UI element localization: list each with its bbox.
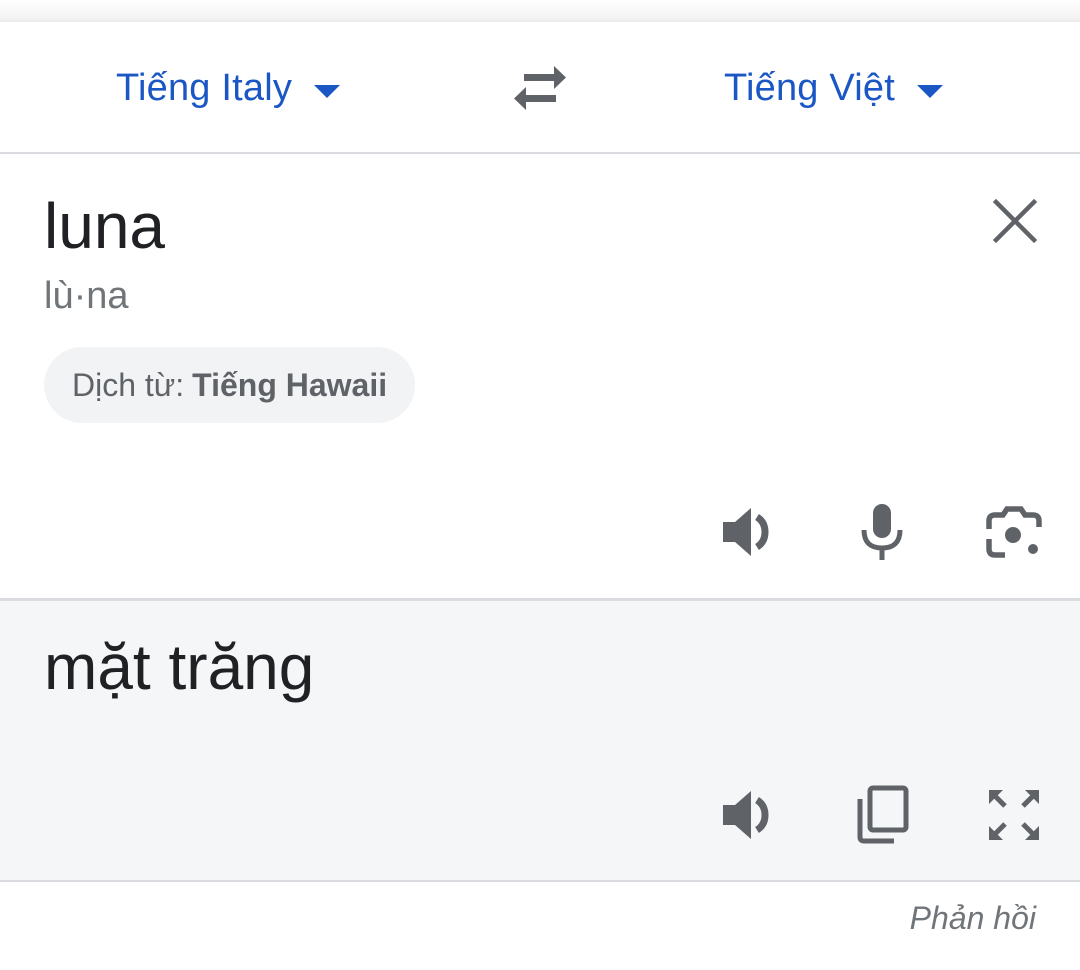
target-language-button[interactable]: Tiếng Việt <box>724 60 943 116</box>
caret-down-icon <box>314 84 341 98</box>
listen-source-button[interactable] <box>718 500 782 564</box>
close-icon <box>992 198 1038 244</box>
caret-down-icon <box>917 84 943 98</box>
source-text-input[interactable]: luna <box>44 190 165 262</box>
fullscreen-button[interactable] <box>982 783 1046 847</box>
speaker-icon <box>723 791 769 839</box>
detected-language-chip[interactable]: Dịch từ: Tiếng Hawaii <box>44 347 416 423</box>
camera-translate-button[interactable] <box>982 500 1046 564</box>
camera-icon <box>986 506 1042 558</box>
clear-button[interactable] <box>988 194 1042 248</box>
output-panel: mặt trăng <box>0 601 1080 882</box>
input-panel: luna lù·na Dịch từ: Tiếng Hawaii <box>0 154 1080 601</box>
top-shadow <box>0 0 1080 22</box>
source-phonetic: lù·na <box>44 275 129 317</box>
feedback-link[interactable]: Phản hồi <box>910 900 1036 937</box>
speaker-icon <box>723 508 769 556</box>
language-bar: Tiếng Italy Tiếng Việt <box>0 22 1080 154</box>
source-language-label: Tiếng Italy <box>116 66 293 109</box>
voice-input-button[interactable] <box>850 500 914 564</box>
microphone-icon <box>861 504 903 560</box>
translated-text: mặt trăng <box>44 631 315 703</box>
fullscreen-icon <box>989 790 1039 840</box>
swap-arrows-icon <box>514 66 566 110</box>
swap-languages-button[interactable] <box>506 60 574 116</box>
listen-translation-button[interactable] <box>718 783 782 847</box>
detected-language: Tiếng Hawaii <box>192 366 388 403</box>
source-language-button[interactable]: Tiếng Italy <box>116 60 341 116</box>
copy-icon <box>857 785 909 844</box>
copy-translation-button[interactable] <box>850 783 914 847</box>
target-language-label: Tiếng Việt <box>724 66 895 109</box>
detected-prefix: Dịch từ: <box>72 366 185 403</box>
translate-app: Tiếng Italy Tiếng Việt luna lù·na Dịch t… <box>0 0 1080 970</box>
